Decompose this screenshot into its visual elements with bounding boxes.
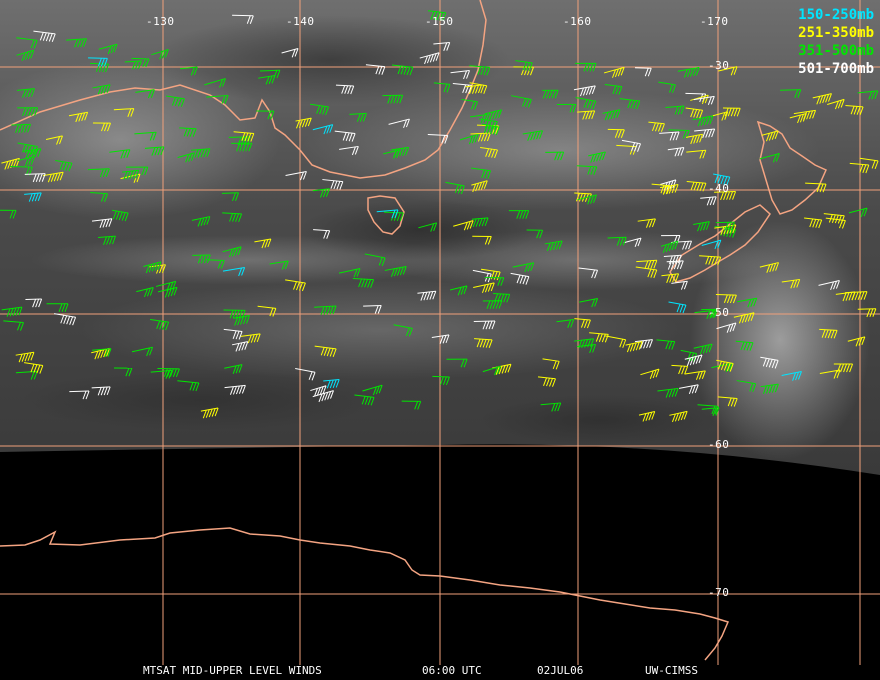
lat-label--70: -70 bbox=[708, 586, 730, 599]
lat-label--40: -40 bbox=[708, 182, 730, 195]
legend-item-351-500: 351-500mb bbox=[798, 43, 874, 59]
caption-time: 06:00 UTC bbox=[422, 664, 482, 677]
lon-label--170: -170 bbox=[700, 15, 729, 28]
caption-bar: MTSAT MID-UPPER LEVEL WINDS 06:00 UTC 02… bbox=[0, 664, 880, 678]
lat-label--50: -50 bbox=[708, 306, 730, 319]
legend-item-150-250: 150-250mb bbox=[798, 7, 874, 23]
pressure-legend: 150-250mb 251-350mb 351-500mb 501-700mb bbox=[798, 6, 874, 78]
lon-label--130: -130 bbox=[146, 15, 175, 28]
caption-title: MTSAT MID-UPPER LEVEL WINDS bbox=[143, 664, 322, 677]
legend-item-501-700: 501-700mb bbox=[798, 61, 874, 77]
lon-label--150: -150 bbox=[425, 15, 454, 28]
lon-label--140: -140 bbox=[286, 15, 315, 28]
satellite-wind-map bbox=[0, 0, 880, 665]
lat-label--60: -60 bbox=[708, 438, 730, 451]
caption-source: UW-CIMSS bbox=[645, 664, 698, 677]
legend-item-251-350: 251-350mb bbox=[798, 25, 874, 41]
caption-date: 02JUL06 bbox=[537, 664, 584, 677]
lon-label--160: -160 bbox=[563, 15, 592, 28]
lat-label--30: -30 bbox=[708, 59, 730, 72]
